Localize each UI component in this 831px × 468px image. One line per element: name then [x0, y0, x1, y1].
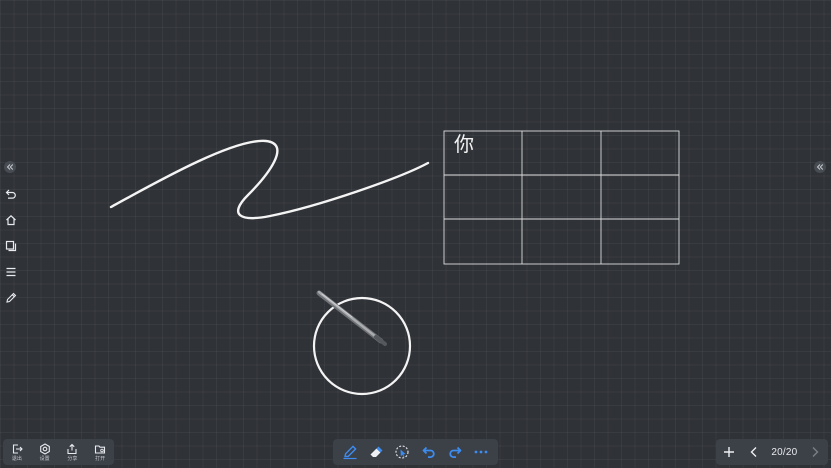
- settings-button[interactable]: 设置: [33, 442, 57, 462]
- open-label: 打开: [95, 455, 106, 462]
- share-button[interactable]: 分享: [60, 443, 84, 462]
- lasso-select-button[interactable]: [392, 442, 412, 462]
- settings-label: 设置: [39, 455, 50, 462]
- menu-button[interactable]: [3, 263, 19, 281]
- table-cell-text: 你: [454, 132, 474, 156]
- eraser-icon: [370, 446, 383, 457]
- drawn-table: [443, 130, 680, 265]
- home-icon: [6, 214, 16, 226]
- lasso-select-icon: [395, 445, 409, 459]
- chevron-right-icon: [812, 447, 819, 457]
- previous-page-button[interactable]: [747, 443, 761, 461]
- undo-icon: [422, 446, 435, 458]
- open-folder-icon: [95, 444, 106, 454]
- back-icon: [5, 189, 16, 199]
- pen-tool-button[interactable]: [340, 442, 360, 462]
- bottom-left-toolbar: 退出 设置 分享 打开: [3, 439, 114, 465]
- more-icon: [474, 450, 488, 454]
- pages-button[interactable]: [3, 237, 19, 255]
- add-page-button[interactable]: [722, 443, 736, 461]
- double-chevron-left-icon: [6, 164, 14, 170]
- exit-button[interactable]: 退出: [5, 443, 29, 462]
- eraser-tool-button[interactable]: [366, 442, 386, 462]
- right-collapse-button[interactable]: [814, 161, 826, 173]
- drawing-toolbar: [333, 439, 498, 465]
- more-button[interactable]: [471, 442, 491, 462]
- settings-icon: [39, 442, 50, 455]
- pen-icon: [343, 445, 357, 460]
- drawn-circle: [312, 296, 412, 396]
- share-label: 分享: [67, 455, 78, 462]
- whiteboard-canvas[interactable]: 你: [0, 0, 831, 468]
- left-collapse-button[interactable]: [4, 161, 16, 173]
- open-button[interactable]: 打开: [88, 443, 112, 462]
- menu-icon: [6, 267, 16, 277]
- pencil-button[interactable]: [3, 289, 19, 307]
- share-icon: [67, 443, 77, 454]
- left-toolbar: [3, 185, 19, 307]
- plus-icon: [724, 447, 734, 457]
- page-navigation: 20/20: [716, 439, 828, 465]
- pages-icon: [5, 240, 17, 252]
- exit-icon: [12, 443, 23, 454]
- pencil-icon: [6, 292, 17, 303]
- double-chevron-left-icon: [816, 164, 824, 170]
- exit-label: 退出: [11, 455, 22, 462]
- home-button[interactable]: [3, 211, 19, 229]
- freehand-stroke: [109, 139, 430, 220]
- next-page-button[interactable]: [808, 443, 822, 461]
- redo-button[interactable]: [445, 442, 465, 462]
- chevron-left-icon: [750, 447, 757, 457]
- back-button[interactable]: [3, 185, 19, 203]
- page-indicator: 20/20: [771, 446, 798, 458]
- redo-icon: [449, 446, 462, 458]
- undo-button[interactable]: [419, 442, 439, 462]
